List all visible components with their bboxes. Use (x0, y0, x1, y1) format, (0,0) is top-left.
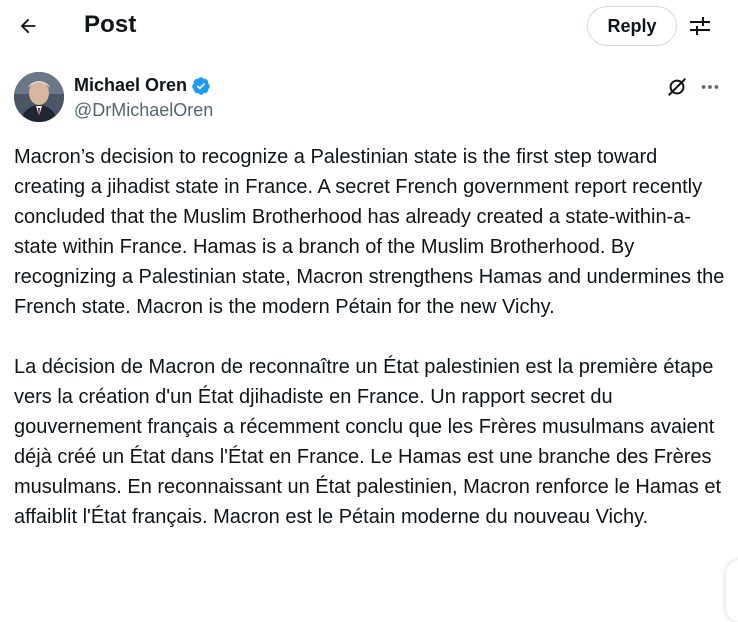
post-page: Post Reply Michael Oren @DrMichaelOren M… (0, 0, 738, 622)
avatar[interactable] (14, 72, 64, 122)
author-handle[interactable]: @DrMichaelOren (74, 100, 213, 121)
grok-button[interactable] (664, 74, 690, 100)
arrow-left-icon (20, 18, 36, 34)
back-button[interactable] (10, 8, 46, 44)
sliders-icon (690, 17, 710, 35)
post-header: Post Reply (0, 0, 738, 52)
reply-button[interactable]: Reply (587, 6, 677, 46)
more-horizontal-icon (701, 85, 719, 89)
post-paragraph-english: Macron’s decision to recognize a Palesti… (14, 146, 725, 318)
page-title: Post (84, 11, 137, 38)
post-text: Macron’s decision to recognize a Palesti… (14, 142, 726, 532)
post-paragraph-french: La décision de Macron de reconnaître un … (14, 356, 722, 528)
author-name[interactable]: Michael Oren (74, 75, 211, 96)
floating-action-edge[interactable] (726, 560, 738, 622)
filter-button[interactable] (684, 10, 716, 42)
avatar-image (14, 72, 64, 122)
author-name-text: Michael Oren (74, 75, 188, 95)
grok-icon (668, 78, 686, 96)
verified-badge-icon (192, 76, 210, 95)
more-options-button[interactable] (696, 74, 724, 100)
